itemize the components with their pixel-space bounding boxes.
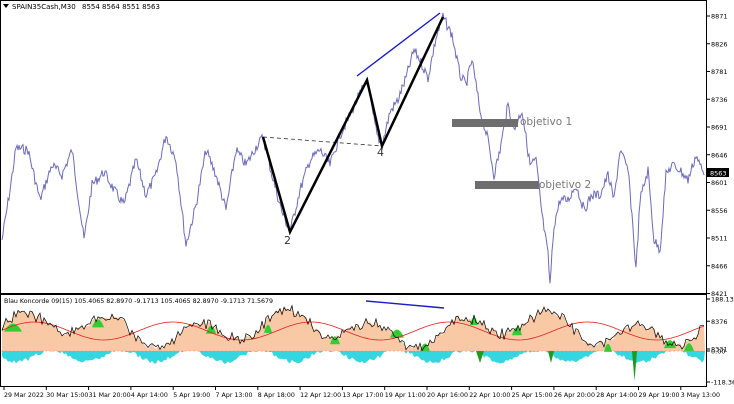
symbol-timeframe: SPAIN35Cash,M30 bbox=[12, 3, 76, 11]
indicator-axis: 188.134 0.00 -118.360 bbox=[707, 296, 734, 387]
time-tick-label: 19 Apr 11:00 bbox=[385, 392, 426, 399]
time-tick-label: 28 Apr 14:00 bbox=[596, 392, 637, 399]
time-tick-label: 22 Apr 10:00 bbox=[469, 392, 510, 399]
time-tick-label: 8 Apr 18:00 bbox=[258, 392, 295, 399]
time-tick-label: 26 Apr 20:00 bbox=[554, 392, 595, 399]
time-tick-label: 12 Apr 12:00 bbox=[300, 392, 341, 399]
time-tick-label: 29 Mar 2022 bbox=[4, 392, 44, 399]
price-tick-label: 8871 bbox=[711, 13, 728, 21]
time-tick-label: 7 Apr 13:00 bbox=[216, 392, 253, 399]
price-tick-label: 8781 bbox=[711, 68, 728, 76]
wave-4-label: 4 bbox=[377, 146, 384, 159]
trading-chart-window[interactable]: 2 4 objetivo 1 objetivo 2 SPAIN35Cash,M3… bbox=[0, 0, 734, 400]
indicator-title: Blau Koncorde 09(15) 105.4065 82.8970 -9… bbox=[4, 298, 273, 305]
indicator-tick-label: 0.00 bbox=[711, 348, 725, 356]
time-tick-label: 25 Apr 15:00 bbox=[512, 392, 553, 399]
time-tick-label: 20 Apr 16:00 bbox=[427, 392, 468, 399]
time-tick-label: 5 Apr 19:00 bbox=[173, 392, 210, 399]
price-tick-label: 8466 bbox=[711, 262, 728, 270]
price-tick-label: 8601 bbox=[711, 179, 728, 187]
time-tick-label: 3 May 13:00 bbox=[681, 392, 720, 399]
indicator-tick-label: -118.360 bbox=[711, 379, 734, 387]
time-tick-label: 13 Apr 17:00 bbox=[342, 392, 383, 399]
time-tick-label: 30 Mar 15:00 bbox=[46, 392, 88, 399]
chart-header: SPAIN35Cash,M30 8554 8564 8551 8563 bbox=[3, 3, 160, 11]
price-tick-label: 8691 bbox=[711, 124, 728, 132]
current-price-marker: 8563 bbox=[707, 168, 729, 178]
target-1-box[interactable] bbox=[452, 119, 518, 127]
price-tick-label: 8376 bbox=[711, 318, 728, 326]
time-axis: 29 Mar 2022 30 Mar 15:00 31 Mar 20:00 4 Apr… bbox=[3, 387, 720, 399]
price-tick-label: 8556 bbox=[711, 207, 728, 215]
target-1-label: objetivo 1 bbox=[520, 116, 572, 128]
time-tick-label: 29 Apr 19:00 bbox=[639, 392, 680, 399]
indicator-tick-label: 188.134 bbox=[711, 296, 734, 304]
price-tick-label: 8826 bbox=[711, 40, 728, 48]
ohlc-values: 8554 8564 8551 8563 bbox=[82, 3, 160, 11]
target-2-box[interactable] bbox=[475, 181, 539, 189]
price-panel-frame bbox=[0, 0, 707, 294]
price-tick-label: 8736 bbox=[711, 96, 728, 104]
price-tick-label: 8646 bbox=[711, 151, 728, 159]
time-tick-label: 4 Apr 14:00 bbox=[131, 392, 168, 399]
wave-2-label: 2 bbox=[284, 234, 291, 247]
current-price-label: 8563 bbox=[710, 170, 727, 178]
target-2-label: objetivo 2 bbox=[539, 179, 591, 191]
time-tick-label: 31 Mar 20:00 bbox=[89, 392, 131, 399]
price-tick-label: 8511 bbox=[711, 235, 728, 243]
